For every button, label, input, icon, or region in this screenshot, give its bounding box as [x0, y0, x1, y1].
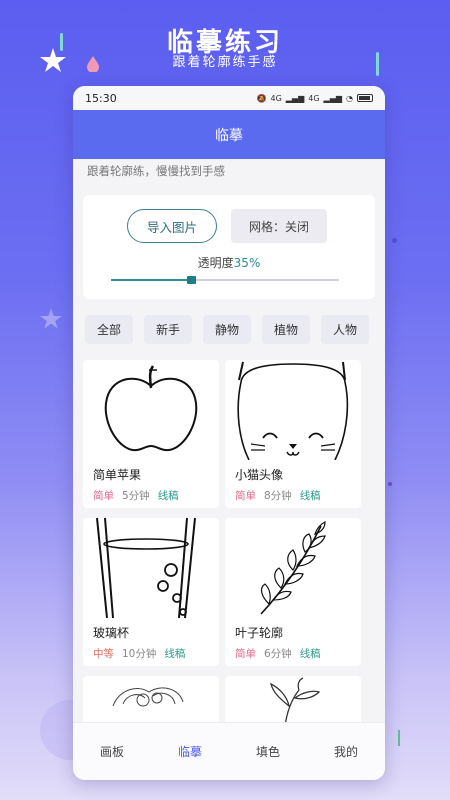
slider-fill [111, 279, 191, 281]
decor-line [398, 730, 400, 746]
filter-chip-still-life[interactable]: 静物 [203, 315, 251, 344]
decor-dot [388, 482, 392, 486]
level-badge: 简单 [235, 490, 256, 502]
tab-mine[interactable]: 我的 [334, 743, 358, 760]
mute-icon: 🔕 [256, 93, 267, 103]
promo-subtitle: 跟着轮廓练手感 [172, 55, 278, 70]
decor-dot [392, 238, 397, 243]
slider-thumb[interactable] [187, 276, 196, 284]
main-content: 跟着轮廓练，慢慢找到手感 导入图片 网格：关闭 透明度35% 全部 新手 静物 … [73, 159, 385, 722]
kind-tag: 线稿 [157, 490, 179, 502]
app-header: 临摹 [73, 110, 385, 159]
signal-icon: ▂▄▆ [323, 93, 343, 103]
card-meta: 简单 8分钟 线稿 [235, 488, 321, 503]
level-badge: 简单 [93, 490, 114, 502]
flower-sketch-icon [112, 687, 184, 707]
tab-coloring[interactable]: 填色 [256, 743, 280, 760]
template-card[interactable]: 叶子轮廓 简单 6分钟 线稿 [225, 518, 361, 666]
hint-text: 跟着轮廓练，慢慢找到手感 [87, 164, 225, 178]
phone-screen: 15:30 🔕 4G ▂▄▆ 4G ▂▄▆ ◔ 临摹 跟着轮廓练，慢慢找到手感 … [73, 86, 385, 780]
duration-text: 10分钟 [122, 648, 157, 660]
level-badge: 简单 [235, 648, 256, 660]
template-card[interactable]: 小猫头像 简单 8分钟 线稿 [225, 360, 361, 508]
filter-chip-all[interactable]: 全部 [85, 315, 133, 344]
template-card[interactable]: 玻璃杯 中等 10分钟 线稿 [83, 518, 219, 666]
filter-chips: 全部 新手 静物 植物 人物 [73, 299, 385, 344]
duration-text: 5分钟 [122, 490, 150, 502]
import-image-button[interactable]: 导入图片 [127, 209, 217, 243]
star-icon [40, 308, 62, 329]
card-meta: 中等 10分钟 线稿 [93, 646, 185, 661]
card-title: 玻璃杯 [93, 626, 130, 640]
tab-copy[interactable]: 临摹 [178, 743, 202, 760]
opacity-text: 透明度 [197, 256, 234, 270]
card-meta: 简单 6分钟 线稿 [235, 646, 321, 661]
glass-sketch-icon [96, 518, 196, 618]
opacity-slider[interactable] [111, 276, 339, 284]
card-meta: 简单 5分钟 线稿 [93, 488, 179, 503]
page-title: 临摹 [215, 127, 243, 144]
bottom-tab-bar: 画板 临摹 填色 我的 [73, 722, 385, 780]
filter-chip-plants[interactable]: 植物 [262, 315, 310, 344]
signal-label: 4G [270, 93, 282, 103]
controls-card: 导入图片 网格：关闭 透明度35% [83, 195, 375, 299]
status-time: 15:30 [85, 91, 117, 105]
kind-tag: 线稿 [299, 490, 321, 502]
signal-icon: ▂▄▆ [285, 93, 305, 103]
kind-tag: 线稿 [164, 648, 186, 660]
cat-sketch-icon [237, 361, 349, 460]
leaf-sketch-icon [260, 521, 326, 615]
template-card[interactable]: 简单苹果 简单 5分钟 线稿 [83, 360, 219, 508]
filter-chip-beginner[interactable]: 新手 [144, 315, 192, 344]
filter-chip-people[interactable]: 人物 [321, 315, 369, 344]
card-title: 叶子轮廓 [235, 626, 284, 640]
duration-text: 8分钟 [264, 490, 292, 502]
duration-text: 6分钟 [264, 648, 292, 660]
template-card[interactable] [83, 676, 219, 722]
opacity-value: 35% [233, 256, 261, 270]
battery-icon [357, 94, 373, 102]
status-bar: 15:30 🔕 4G ▂▄▆ 4G ▂▄▆ ◔ [73, 86, 385, 110]
grid-toggle-button[interactable]: 网格：关闭 [231, 209, 327, 243]
level-badge: 中等 [93, 648, 114, 660]
template-card[interactable] [225, 676, 361, 722]
card-title: 小猫头像 [235, 468, 284, 482]
tab-canvas[interactable]: 画板 [100, 743, 124, 760]
apple-sketch-icon [104, 365, 198, 452]
wifi-icon: ◔ [346, 93, 353, 103]
kind-tag: 线稿 [299, 648, 321, 660]
card-title: 简单苹果 [93, 468, 142, 482]
plant-sketch-icon [270, 677, 321, 722]
signal-label: 4G [308, 93, 320, 103]
opacity-label: 透明度35% [83, 254, 375, 271]
